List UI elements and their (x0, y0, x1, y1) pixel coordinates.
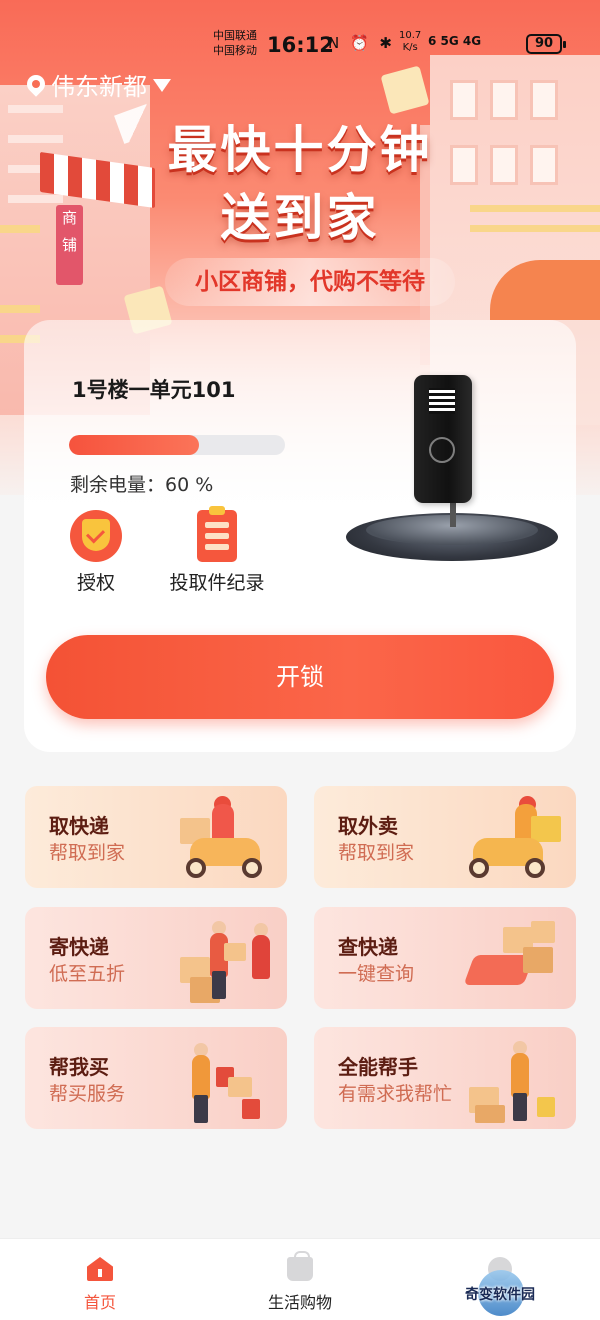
nav-shopping[interactable]: 生活购物 (200, 1239, 400, 1320)
courier-scooter-icon (180, 796, 275, 884)
speed-value: 10.7 (399, 30, 422, 41)
status-icons: N ⏰ ✱ (328, 34, 396, 52)
authorize-label: 授权 (76, 572, 115, 594)
service-title: 取快递 (49, 814, 109, 838)
service-pickup-express[interactable]: 取快递 帮取到家 (25, 786, 287, 888)
battery-icon: 90 (526, 34, 566, 54)
shopper-bags-icon (180, 1037, 275, 1125)
device-logo-icon (429, 437, 455, 463)
service-all-round-helper[interactable]: 全能帮手 有需求我帮忙 (314, 1027, 576, 1129)
watermark-text: 奇变软件园 (465, 1287, 535, 1303)
watermark-logo: 奇变软件园 (450, 1260, 550, 1320)
shopping-bag-icon (287, 1251, 313, 1281)
location-selector[interactable]: 伟东新都 (23, 68, 171, 101)
service-subtitle: 一键查询 (338, 963, 415, 985)
carrier-info: 中国联通 中国移动 (213, 28, 257, 58)
banner-title-line2: 送到家 (220, 189, 380, 247)
service-track-express[interactable]: 查快递 一键查询 (314, 907, 576, 1009)
service-subtitle: 帮取到家 (338, 842, 415, 864)
service-pickup-takeout[interactable]: 取外卖 帮取到家 (314, 786, 576, 888)
speed-unit: K/s (402, 42, 418, 53)
banner-title-line1: 最快十分钟 (167, 121, 433, 179)
delivery-rider-icon (469, 796, 564, 884)
package-phone-icon (463, 917, 564, 1005)
battery-bar-fill (69, 435, 199, 455)
unlock-button[interactable]: 开锁 (46, 635, 554, 719)
network-speed: 10.7 K/s (399, 30, 421, 54)
service-buy-for-me[interactable]: 帮我买 帮买服务 (25, 1027, 287, 1129)
status-bar: 中国联通 中国移动 16:12 N ⏰ ✱ 10.7 K/s 6 5G 4G 9… (0, 20, 600, 68)
clipboard-icon (197, 506, 237, 562)
authorize-button[interactable]: 授权 (64, 510, 128, 595)
banner-subtitle: 小区商铺，代购不等待 (165, 258, 455, 306)
service-subtitle: 帮取到家 (49, 842, 126, 864)
shield-check-icon (70, 510, 122, 562)
service-title: 取外卖 (338, 814, 398, 838)
service-subtitle: 有需求我帮忙 (338, 1083, 453, 1105)
chevron-down-icon (153, 79, 171, 92)
home-icon (87, 1257, 113, 1281)
qr-code-icon (429, 388, 455, 414)
shopping-bag-icon (380, 65, 430, 115)
helper-with-goods-icon (469, 1037, 564, 1125)
service-subtitle: 低至五折 (49, 963, 126, 985)
clock: 16:12 (267, 33, 334, 57)
service-title: 查快递 (338, 935, 398, 959)
battery-label: 剩余电量：60 % (70, 474, 214, 496)
records-label: 投取件纪录 (169, 572, 265, 594)
nav-home[interactable]: 首页 (0, 1239, 200, 1320)
nav-home-label: 首页 (83, 1293, 116, 1312)
smart-lock-device-image (346, 375, 558, 565)
package-handover-icon (180, 917, 275, 1005)
nav-shopping-label: 生活购物 (267, 1293, 332, 1312)
service-title: 寄快递 (49, 935, 109, 959)
carrier-2: 中国移动 (213, 44, 257, 57)
service-send-express[interactable]: 寄快递 低至五折 (25, 907, 287, 1009)
signal-icons: 6 5G 4G (428, 34, 482, 48)
location-pin-icon (23, 71, 49, 97)
service-title: 全能帮手 (338, 1055, 418, 1079)
device-card: 1号楼一单元101 剩余电量：60 % 授权 投取件纪录 开锁 (24, 320, 576, 752)
battery-bar (69, 435, 285, 455)
records-button[interactable]: 投取件纪录 (162, 506, 272, 595)
location-name: 伟东新都 (51, 72, 147, 101)
service-title: 帮我买 (49, 1055, 109, 1079)
room-name: 1号楼一单元101 (72, 378, 236, 402)
carrier-1: 中国联通 (213, 29, 257, 42)
service-subtitle: 帮买服务 (49, 1083, 126, 1105)
device-body (414, 375, 472, 503)
